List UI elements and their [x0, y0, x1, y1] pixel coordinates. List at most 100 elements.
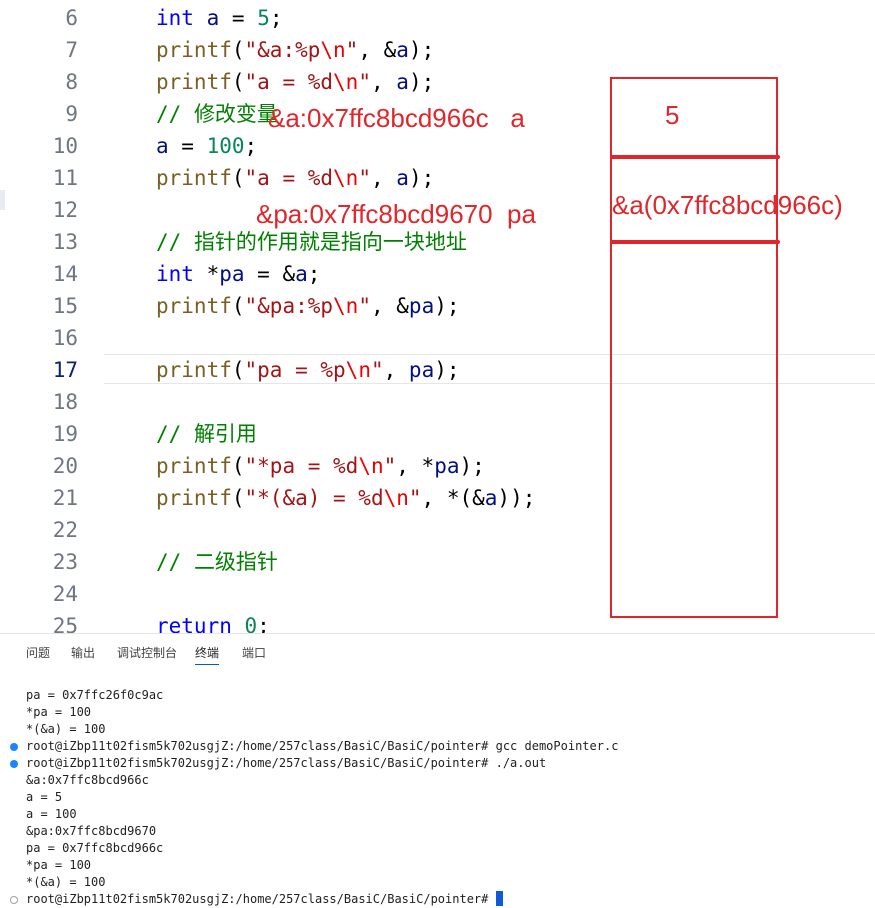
terminal-line: *(&a) = 100 [26, 721, 105, 738]
code-token: // [156, 230, 194, 254]
code-token: a [206, 6, 220, 30]
code-token: pa [408, 358, 435, 382]
command-status-dot-icon[interactable] [10, 760, 18, 768]
line-code: printf("a = %d\n", a); [156, 66, 434, 98]
terminal-line-text: root@iZbp11t02fism5k702usgjZ:/home/257cl… [26, 756, 547, 770]
code-token: printf [156, 294, 232, 318]
memory-divider-bottom [610, 240, 780, 244]
terminal-line: root@iZbp11t02fism5k702usgjZ:/home/257cl… [26, 891, 503, 908]
terminal-line-text: a = 100 [26, 807, 77, 821]
code-token: \n [333, 294, 359, 318]
code-token: int [156, 262, 194, 286]
code-token: , *(& [421, 486, 485, 510]
code-token: 5 [257, 6, 270, 30]
code-token: \n [345, 358, 371, 382]
code-editor[interactable]: 6 int a = 5; 7 printf("&a:%p\n", &a); 8 print… [0, 0, 875, 633]
code-token: printf [156, 358, 232, 382]
line-number: 21 [52, 486, 78, 510]
memory-divider-top [610, 155, 780, 159]
code-token: 二级指针 [193, 550, 278, 574]
code-token: \n [320, 38, 346, 62]
code-token: = [219, 6, 258, 30]
command-status-dot-icon[interactable] [10, 743, 18, 751]
terminal-line-text: pa = 0x7ffc8bcd966c [26, 841, 164, 855]
code-token: a [295, 262, 308, 286]
terminal-line-text: root@iZbp11t02fism5k702usgjZ:/home/257cl… [26, 892, 496, 906]
code-token: "pa = %p [244, 358, 346, 382]
code-token: "&pa:%p [244, 294, 334, 318]
line-code: // 修改变量 [156, 98, 278, 130]
line-code: int a = 5; [156, 2, 283, 34]
terminal-line: root@iZbp11t02fism5k702usgjZ:/home/257cl… [26, 755, 546, 772]
terminal-line-text: *(&a) = 100 [26, 722, 106, 736]
terminal-line-text: pa = 0x7ffc26f0c9ac [26, 688, 164, 702]
tab-debug-console[interactable]: 调试控制台 [117, 642, 177, 664]
code-token: ( [231, 70, 245, 94]
code-token: ( [231, 294, 245, 318]
line-code: printf("*(&a) = %d\n", *(&a)); [156, 482, 535, 514]
code-line: 7 printf("&a:%p\n", &a); [0, 34, 875, 66]
code-token: ; [244, 134, 258, 158]
line-number: 7 [65, 38, 78, 62]
code-token: * [193, 262, 220, 286]
line-code: // 二级指针 [156, 546, 278, 578]
code-token: "a = %d [244, 70, 334, 94]
code-token: = & [244, 262, 296, 286]
code-token: ; [269, 6, 283, 30]
code-token: \n [383, 486, 409, 510]
terminal-line-text: a = 5 [26, 790, 63, 804]
code-token: ); [408, 70, 435, 94]
tab-problems[interactable]: 问题 [26, 642, 50, 664]
code-token: " [383, 454, 397, 478]
line-number: 14 [52, 262, 78, 286]
code-token: , & [370, 294, 409, 318]
code-token: printf [156, 454, 232, 478]
line-number: 16 [52, 326, 78, 350]
line-code: printf("&pa:%p\n", &pa); [156, 290, 460, 322]
code-token: , [383, 358, 409, 382]
line-number: 10 [52, 134, 78, 158]
code-token: a [156, 134, 169, 158]
code-token: ); [459, 454, 485, 478]
terminal-line: a = 100 [26, 806, 77, 823]
code-token: ); [434, 294, 460, 318]
tab-terminal[interactable]: 终端 [195, 642, 220, 665]
line-code: printf("*pa = %d\n", *pa); [156, 450, 485, 482]
code-token: ( [231, 358, 245, 382]
line-number: 15 [52, 294, 78, 318]
code-token: " [345, 38, 359, 62]
terminal-line: a = 5 [26, 789, 62, 806]
code-token: "&a:%p [244, 38, 321, 62]
code-token: " [358, 166, 371, 190]
line-number: 25 [52, 614, 78, 633]
terminal-line: &pa:0x7ffc8bcd9670 [26, 823, 156, 840]
code-token: a [484, 486, 498, 510]
tab-output[interactable]: 输出 [71, 642, 95, 664]
terminal-line-text: &pa:0x7ffc8bcd9670 [26, 824, 157, 838]
tab-ports[interactable]: 端口 [242, 642, 266, 664]
line-code: int *pa = &a; [156, 258, 320, 290]
code-token: 100 [206, 134, 245, 158]
line-number: 12 [52, 198, 78, 222]
line-number: 22 [52, 518, 78, 542]
code-token: \n [358, 454, 384, 478]
annotation-address-pa: &pa:0x7ffc8bcd9670 pa [256, 199, 536, 229]
terminal-line: *(&a) = 100 [26, 874, 105, 891]
code-token: " [358, 294, 371, 318]
code-line: 6 int a = 5; [0, 2, 875, 34]
command-pending-dot-icon[interactable] [10, 896, 18, 904]
code-token: pa [219, 262, 245, 286]
bottom-panel: 问题 输出 调试控制台 终端 端口 pa = 0x7ffc26f0c9ac *pa… [0, 633, 875, 907]
code-token: ; [307, 262, 321, 286]
code-token: // [156, 422, 194, 446]
code-token: printf [156, 70, 232, 94]
code-token: ); [408, 166, 435, 190]
code-token: = [168, 134, 207, 158]
line-code: a = 100; [156, 130, 257, 162]
code-token: "*pa = %d [244, 454, 359, 478]
code-token: printf [156, 166, 232, 190]
code-token: // [156, 550, 194, 574]
code-token: \n [333, 70, 359, 94]
annotation-address-a: &a:0x7ffc8bcd966c a [268, 103, 525, 133]
